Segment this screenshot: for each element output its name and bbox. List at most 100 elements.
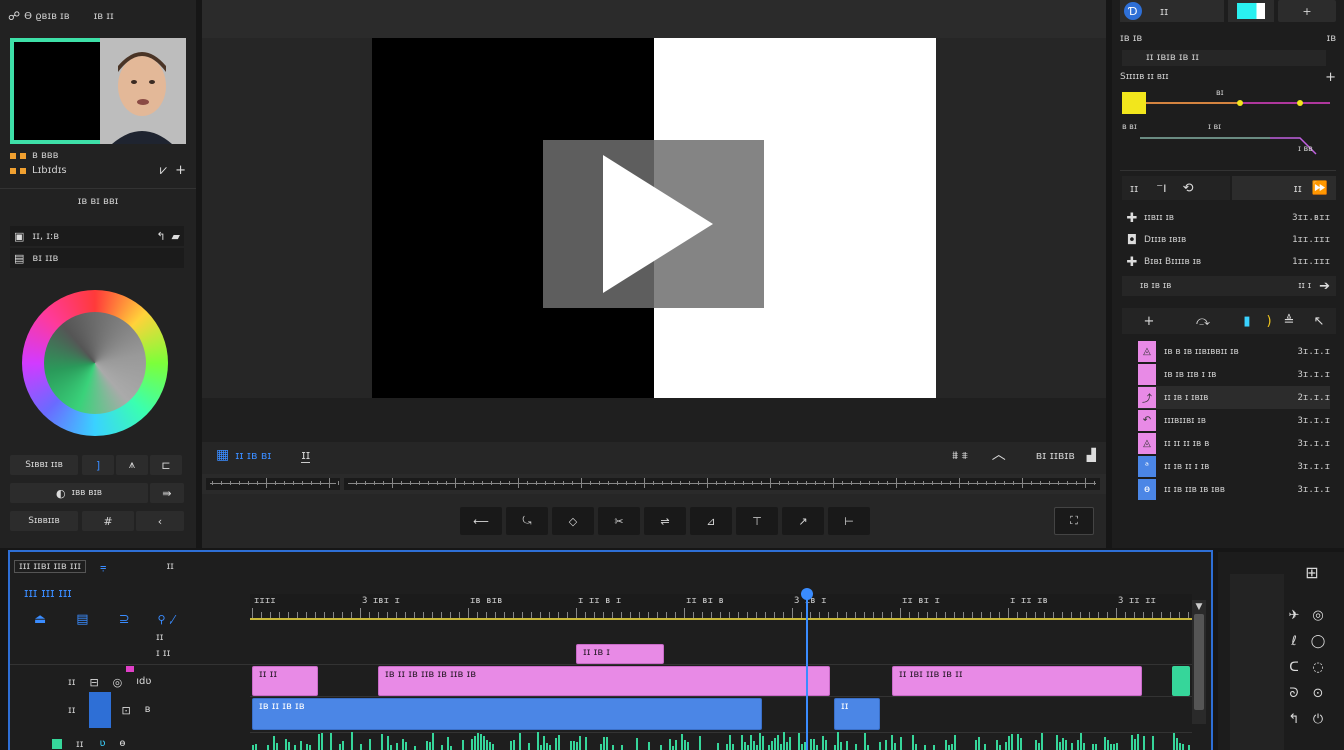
timeline-ruler[interactable]: ɪɪɪɪ 3 ɪʙɪ ɪ ɪʙ ʙɪʙ ɪ ɪɪ ʙ ɪ ɪɪ ʙɪ ʙ3 ɪʙ ɪ ɪɪ… [250,594,1192,620]
grid-icon[interactable]: ▦ [216,448,229,462]
crop-icon[interactable]: ⊏ [150,455,182,475]
minus-icon[interactable]: ⁻ı [1156,182,1166,195]
video-clip-end[interactable] [1172,666,1190,696]
hook-icon[interactable]: ↖ [1304,315,1334,328]
title-clip[interactable]: ɪɪ [834,698,880,730]
power-icon[interactable]: ⏻ [1306,713,1330,726]
rewind-icon[interactable]: ⤿ [506,507,548,535]
circle-icon[interactable]: ◯ [1306,635,1330,648]
scrubber-bar[interactable] [202,474,1106,494]
pen-icon[interactable]: ▮ [1230,315,1264,328]
razor-icon[interactable]: ✂ [598,507,640,535]
inspector-tab[interactable]: Ɗ ɪɪ [1120,0,1224,22]
effect-item[interactable]: ◬ ɪɪ ɪɪ ɪɪ ɪʙ ʙ 3ɪ.ɪ.ɪ [1138,432,1330,455]
keyframe-marker[interactable] [1122,92,1146,114]
one-icon[interactable]: ℓ [1282,635,1306,648]
playhead-handle[interactable] [801,588,813,600]
plus-icon[interactable]: + [1122,315,1176,328]
param-value[interactable]: 3ɪɪ.ʙɪɪ [1292,213,1330,223]
square-icon[interactable]: ⊡ [121,705,130,716]
timeline-scrollbar[interactable]: ▼ [1192,600,1206,724]
settings-icon[interactable]: ⚲ ,⁄ [158,614,175,625]
keyframe-dot[interactable] [1297,100,1303,106]
video-clip[interactable]: ɪɪ ɪɪ [252,666,318,696]
param-row[interactable]: ✚ Bɪʙɪ Bɪɪɪɪʙ ɪʙ 1ɪɪ.ɪɪɪ [1124,251,1330,273]
timecode-right[interactable]: ɪɪ ⏩ [1232,176,1336,200]
link-icon[interactable]: ☍ [8,10,20,22]
effect-item[interactable]: ◬ ɪʙ ʙ ɪʙ ɪɪʙɪʙʙɪɪ ɪʙ 3ɪ.ɪ.ɪ [1138,340,1330,363]
marker-add-icon[interactable]: ⊇ [119,613,130,626]
trim-icon[interactable]: ⊿ [690,507,732,535]
waveform-icon[interactable]: ⩩ ⩨ [952,450,968,461]
track-selected[interactable] [89,692,112,728]
ripple-icon[interactable]: ⇌ [644,507,686,535]
color-swatch[interactable] [1228,0,1274,22]
marker-icon[interactable]: ◇ [552,507,594,535]
effect-item[interactable]: ᵃ ɪɪ ɪʙ ɪɪ ɪ ɪʙ 3ɪ.ɪ.ɪ [1138,455,1330,478]
title-clip[interactable]: ɪʙ ɪɪ ɪʙ ɪʙ [252,698,762,730]
bag-icon[interactable]: ▟ [1087,449,1096,461]
wrench-icon[interactable]: ↰ [156,231,165,242]
pin-icon[interactable]: ✈ [1282,609,1306,622]
arrow-right-icon[interactable]: ➔ [1319,280,1330,293]
layout-icon[interactable]: ⊞ [1300,560,1324,584]
video-clip[interactable]: ɪɪ ɪʙɪ ɪɪʙ ɪʙ ɪɪ [892,666,1142,696]
insert-icon[interactable]: ⊤ [736,507,778,535]
plus-icon[interactable]: + [175,164,186,177]
snap-icon[interactable]: ⏏ [34,613,46,626]
curve-icon[interactable]: ᑕ [1282,661,1306,674]
wave-icon[interactable]: ⩗ [160,164,167,177]
folder-icon[interactable]: ▰ [172,231,180,242]
timecode-left[interactable]: ɪɪ ⁻ı ⟲ [1122,176,1230,200]
loop-icon[interactable]: ⟲ [1183,182,1194,195]
chevron-up-icon[interactable]: ︿ [992,448,1006,462]
tool-row-2-button[interactable]: ◐ ɪʙʙ ʙɪʙ [10,483,148,503]
param-value[interactable]: 1ɪɪ.ɪɪɪ [1292,257,1330,267]
shape-icon[interactable]: ⤼ [1176,315,1230,328]
go-start-icon[interactable]: ⟵ [460,507,502,535]
ring-icon[interactable]: ◌ [1306,661,1330,674]
go-end-icon[interactable]: ⊢ [828,507,870,535]
mic-icon[interactable]: ʋ [99,739,105,749]
orbit-icon[interactable]: ⊙ [1306,687,1330,700]
tool-row-1-button[interactable]: Sɪʙʙɪ ɪɪʙ [10,455,78,475]
audio-icon[interactable]: ʙ [145,705,151,715]
magnet-icon[interactable]: ⩦ [100,561,106,572]
track-area[interactable]: ɪɪ ɪʙ ɪ ɪɪ ɪɪ ɪʙ ɪɪ ɪʙ ɪɪʙ ɪʙ ɪɪʙ ɪʙ ɪɪ … [250,588,1192,750]
play-button[interactable] [543,140,764,308]
swirl-icon[interactable]: ᘐ [1282,687,1306,700]
viewer-tab-icon-label[interactable]: ɪɪ [301,448,311,463]
plus-icon[interactable]: + [1325,71,1336,84]
param-value[interactable]: 1ɪɪ.ɪɪɪ [1292,235,1330,245]
brush-icon[interactable]: ≜ [1274,315,1304,328]
eye-icon[interactable]: ◎ [113,677,123,688]
film-icon[interactable]: ⊟ [89,677,98,688]
keyframe-graph[interactable] [1120,86,1336,166]
media-thumbnail[interactable] [10,38,186,144]
field-row-1[interactable]: ▣ ɪɪ, ɪ:ʙ ↰ ▰ [10,226,184,246]
video-clip[interactable]: ɪʙ ɪɪ ɪʙ ɪɪʙ ɪʙ ɪɪʙ ɪʙ [378,666,830,696]
fullscreen-icon[interactable]: ⛶ [1054,507,1094,535]
color-wheel-inner[interactable] [44,312,146,414]
color-wheel[interactable] [22,290,168,436]
viewer-tab-label[interactable]: ɪɪ ɪʙ ʙɪ [235,449,271,462]
dropdown-row[interactable]: ɪʙ ɪʙ ɪʙ ɪɪ ɪ ➔ [1122,276,1336,296]
hook-icon[interactable]: ↰ [1282,713,1306,726]
forward-icon[interactable]: ⇛ [150,483,184,503]
audio-waveform[interactable] [250,732,1192,750]
param-row[interactable]: ◘ Dɪɪɪʙ ɪʙɪʙ 1ɪɪ.ɪɪɪ [1124,229,1330,251]
tool-row-3-button[interactable]: Sɪʙʙɪɪʙ [10,511,78,531]
keyframe-dot[interactable] [1237,100,1243,106]
moon-icon[interactable]: ) [1264,315,1274,328]
chevron-down-icon[interactable]: ▼ [1194,602,1204,612]
scrollbar-thumb[interactable] [1194,614,1204,710]
back-icon[interactable]: ‹ [136,511,184,531]
bracket-icon[interactable]: ] [82,455,114,475]
hash-icon[interactable]: # [82,511,134,531]
split-icon[interactable]: ⩚ [116,455,148,475]
field-row-2[interactable]: ▤ ʙɪ ɪɪʙ [10,248,184,268]
video-clip[interactable]: ɪɪ ɪʙ ɪ [576,644,664,664]
add-icon[interactable]: + [1278,0,1336,22]
audio-icon[interactable]: ıdʋ [136,677,151,687]
effect-item-selected[interactable]: ⤴ ɪɪ ɪʙ ɪ ɪʙɪʙ 2ɪ.ɪ.ɪ [1138,386,1330,409]
